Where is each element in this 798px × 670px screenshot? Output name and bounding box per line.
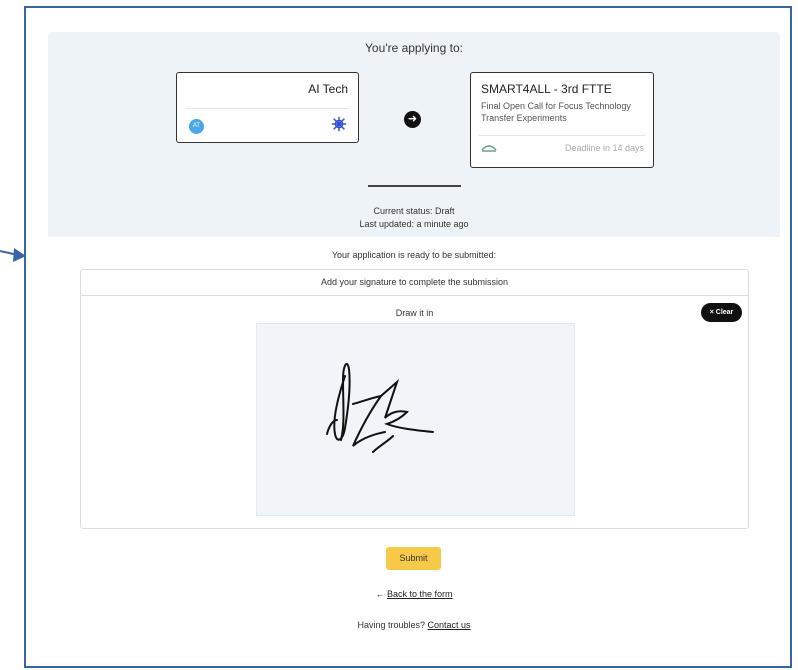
card-divider	[479, 135, 645, 136]
clear-button[interactable]: × Clear	[701, 303, 742, 322]
last-updated: Last updated: a minute ago	[359, 219, 469, 229]
deadline-text: Deadline in 14 days	[564, 143, 644, 153]
back-link-label[interactable]: Back to the form	[387, 589, 453, 599]
arrow-right-icon: ➜	[404, 111, 421, 128]
back-to-form-link[interactable]: ← Back to the form	[48, 589, 780, 599]
pointer-arrow-icon	[0, 248, 26, 262]
call-title: SMART4ALL - 3rd FTTE	[481, 82, 612, 96]
avatar: AT	[189, 119, 204, 134]
call-description: Final Open Call for Focus Technology Tra…	[481, 101, 631, 123]
application-panel: You're applying to: AI Tech AT ➜ SMART4A…	[48, 32, 780, 660]
applying-summary: You're applying to: AI Tech AT ➜ SMART4A…	[48, 32, 780, 237]
applicant-name: AI Tech	[308, 82, 348, 96]
current-status: Current status: Draft	[373, 206, 455, 216]
signature-canvas[interactable]	[256, 323, 575, 516]
call-logo-icon	[481, 145, 497, 152]
card-divider	[185, 108, 350, 109]
ready-text: Your application is ready to be submitte…	[331, 250, 497, 260]
signature-drawing	[326, 362, 434, 453]
call-card: SMART4ALL - 3rd FTTE Final Open Call for…	[470, 72, 654, 168]
clear-label: Clear	[715, 309, 734, 316]
signature-section: Add your signature to complete the submi…	[80, 269, 749, 529]
applying-title: You're applying to:	[365, 41, 463, 55]
snowflake-logo-icon	[331, 116, 347, 132]
close-icon: ×	[709, 309, 714, 316]
contact-us-link[interactable]: Contact us	[428, 620, 471, 630]
help-text: Having troubles? Contact us	[48, 620, 780, 630]
progress-indicator	[368, 185, 461, 187]
arrow-left-icon: ←	[375, 589, 385, 599]
trouble-text: Having troubles?	[357, 620, 425, 630]
applicant-card: AI Tech AT	[176, 72, 359, 143]
draw-label: Draw it in	[395, 308, 434, 318]
submit-button[interactable]: Submit	[386, 547, 441, 570]
signature-header: Add your signature to complete the submi…	[81, 270, 748, 296]
